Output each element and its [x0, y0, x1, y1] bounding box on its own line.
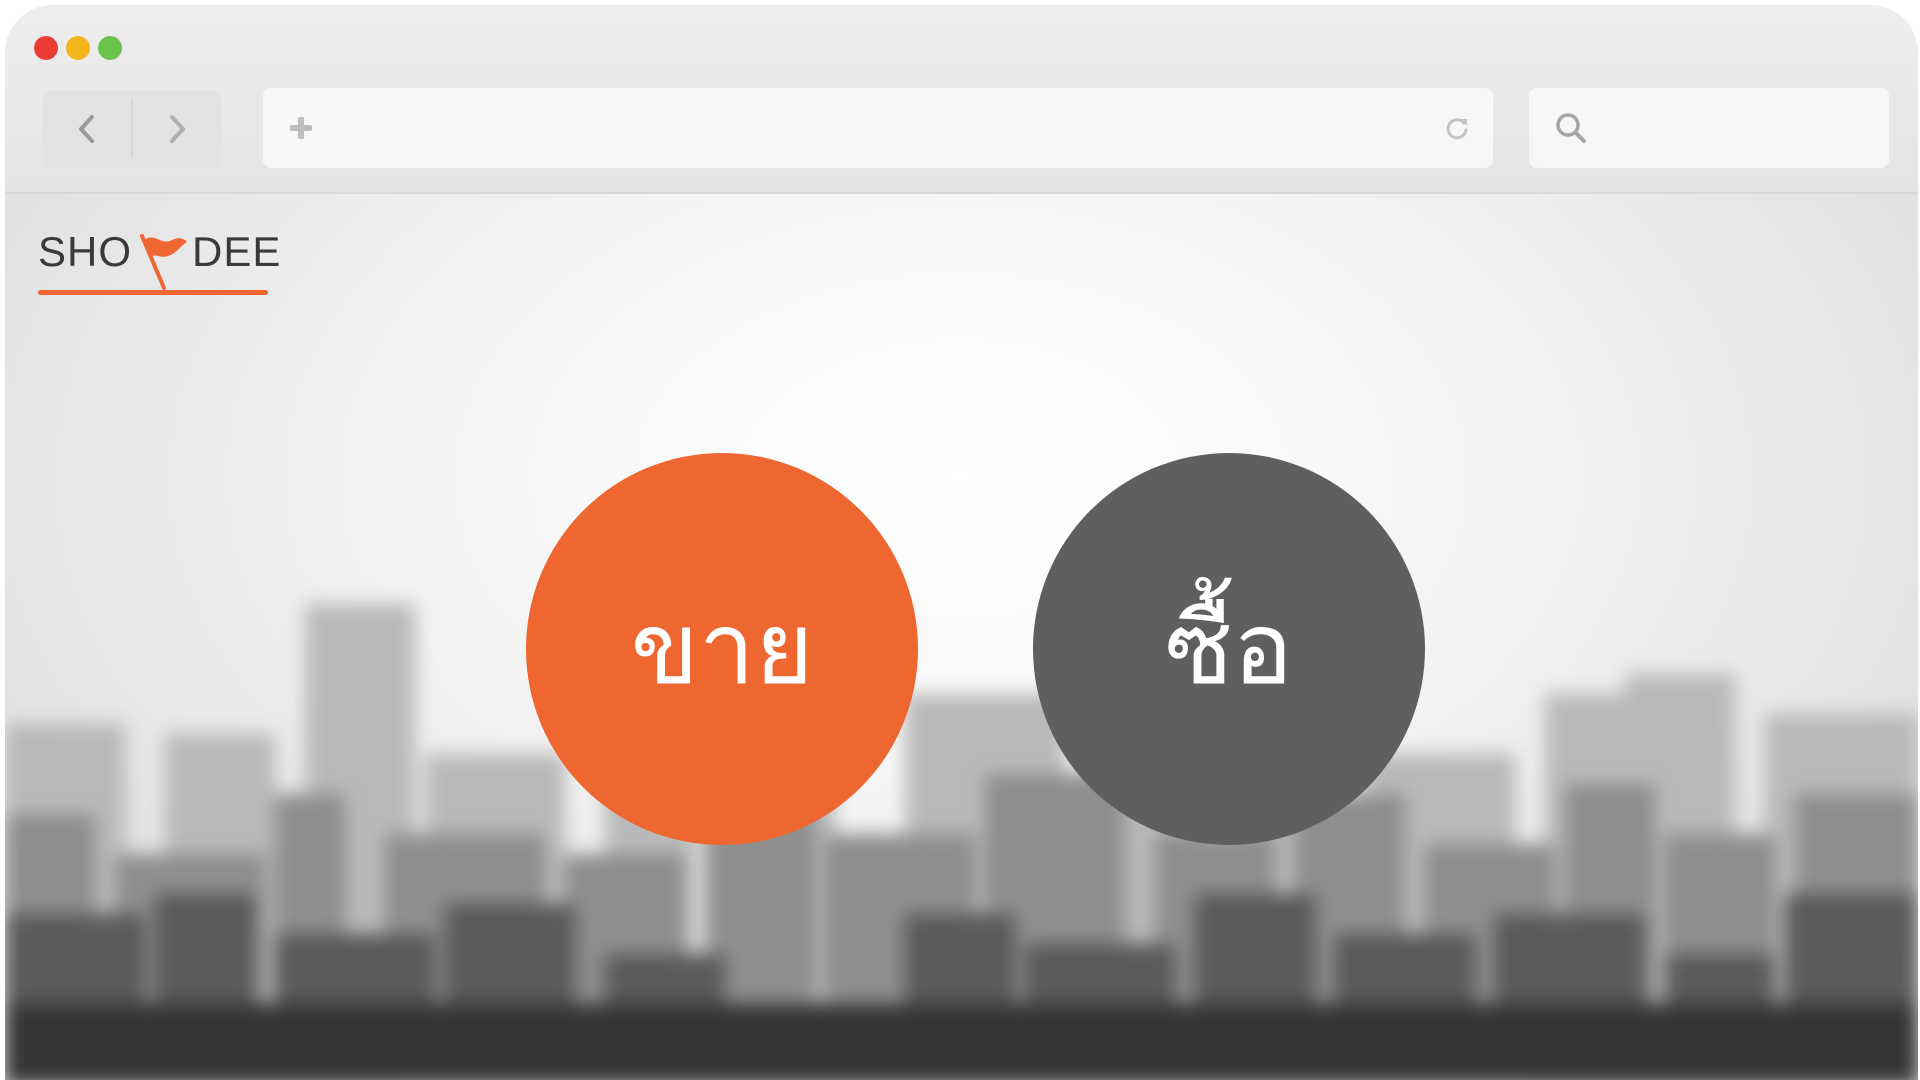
buy-label: ซื้อ	[1165, 590, 1293, 707]
page-content: SHO DEE ขาย ซื้อ	[5, 194, 1918, 1080]
forward-button[interactable]	[133, 90, 221, 168]
chevron-right-icon	[170, 115, 185, 143]
address-input[interactable]	[333, 88, 1417, 168]
reload-icon[interactable]	[1443, 114, 1471, 142]
flag-icon	[140, 234, 187, 290]
browser-window: SHO DEE ขาย ซื้อ	[5, 5, 1918, 1080]
chevron-left-icon	[79, 115, 94, 143]
maximize-window-button[interactable]	[98, 36, 122, 60]
back-button[interactable]	[43, 90, 131, 168]
search-icon	[1553, 110, 1589, 146]
logo-text-right: DEE	[192, 228, 282, 275]
city-skyline-background	[5, 604, 1918, 1080]
sell-label: ขาย	[630, 590, 814, 707]
logo-text-left: SHO	[38, 228, 133, 275]
logo-underline	[38, 290, 268, 295]
search-bar[interactable]	[1529, 88, 1889, 168]
minimize-window-button[interactable]	[66, 36, 90, 60]
navigation-buttons	[43, 90, 221, 168]
search-input[interactable]	[1605, 88, 1879, 168]
sell-button[interactable]: ขาย	[526, 453, 918, 845]
plus-icon[interactable]	[287, 114, 315, 142]
browser-toolbar	[5, 5, 1918, 194]
close-window-button[interactable]	[34, 36, 58, 60]
shopdee-logo[interactable]: SHO DEE	[38, 224, 280, 295]
address-bar[interactable]	[263, 88, 1493, 168]
buy-button[interactable]: ซื้อ	[1033, 453, 1425, 845]
